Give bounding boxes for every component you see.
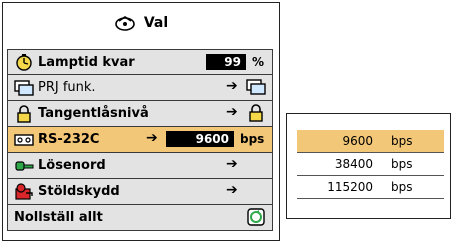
menu-item-prj-mode[interactable]: PRJ funk. ➔: [7, 75, 273, 101]
arrow-right-icon: ➔: [226, 78, 238, 94]
arrow-right-icon: ➔: [146, 130, 158, 146]
baud-option-38400[interactable]: 38400 bps: [297, 153, 444, 176]
anti-theft-icon: [15, 182, 33, 200]
gear-menu-icon: [115, 16, 135, 31]
baud-rate-unit: bps: [240, 132, 265, 146]
baud-option-unit: bps: [391, 157, 413, 171]
baud-option-9600[interactable]: 9600 bps: [297, 130, 444, 153]
baud-option-value: 9600: [342, 134, 373, 148]
reset-icon: [247, 208, 265, 226]
menu-item-anti-theft[interactable]: Stöldskydd ➔: [7, 179, 273, 205]
menu-item-label: RS-232C: [38, 132, 100, 147]
baud-rate-options: 9600 bps 38400 bps 115200 bps: [297, 130, 444, 199]
padlock-icon: [17, 104, 31, 123]
menu-item-password[interactable]: Lösenord ➔: [7, 153, 273, 179]
menu-item-label: Lamptid kvar: [38, 54, 135, 70]
menu-item-label: Tangentlåsnivå: [38, 106, 149, 121]
menu-header: Val: [3, 3, 279, 43]
baud-option-115200[interactable]: 115200 bps: [297, 176, 444, 199]
baud-option-unit: bps: [391, 134, 413, 148]
baud-option-value: 38400: [334, 157, 373, 171]
menu-item-reset-all[interactable]: Nollställ allt: [7, 205, 273, 231]
baud-rate-value[interactable]: 9600: [166, 131, 234, 147]
baud-rate-dropdown: 9600 bps 38400 bps 115200 bps: [286, 113, 451, 219]
arrow-right-icon: ➔: [226, 156, 238, 172]
menu-item-label: Lösenord: [38, 158, 106, 173]
padlock-icon: [249, 104, 263, 122]
lamp-timer-unit: %: [252, 55, 265, 69]
key-icon: [15, 160, 34, 171]
menu-item-lamp-timer[interactable]: Lamptid kvar 99 %: [7, 49, 273, 75]
baud-option-value: 115200: [327, 180, 373, 194]
menu-item-rs232c[interactable]: RS-232C ➔ 9600 bps: [7, 127, 273, 153]
settings-menu: Val Lamptid kvar 99 % PRJ funk. ➔ Tangen…: [2, 2, 280, 241]
projector-mode-icon: [14, 79, 34, 96]
lamp-timer-icon: [16, 54, 32, 71]
arrow-right-icon: ➔: [226, 182, 238, 198]
menu-rows: Lamptid kvar 99 % PRJ funk. ➔ Tangentlås…: [7, 49, 273, 231]
baud-option-unit: bps: [391, 180, 413, 194]
menu-item-key-lock[interactable]: Tangentlåsnivå ➔: [7, 101, 273, 127]
menu-title: Val: [143, 15, 169, 31]
projector-mode-icon: [246, 79, 266, 95]
serial-port-icon: [14, 133, 34, 146]
menu-item-label: Stöldskydd: [38, 184, 120, 199]
arrow-right-icon: ➔: [226, 104, 238, 120]
menu-item-label: Nollställ allt: [14, 210, 103, 225]
menu-item-label: PRJ funk.: [38, 80, 96, 95]
lamp-timer-value: 99: [206, 54, 246, 70]
